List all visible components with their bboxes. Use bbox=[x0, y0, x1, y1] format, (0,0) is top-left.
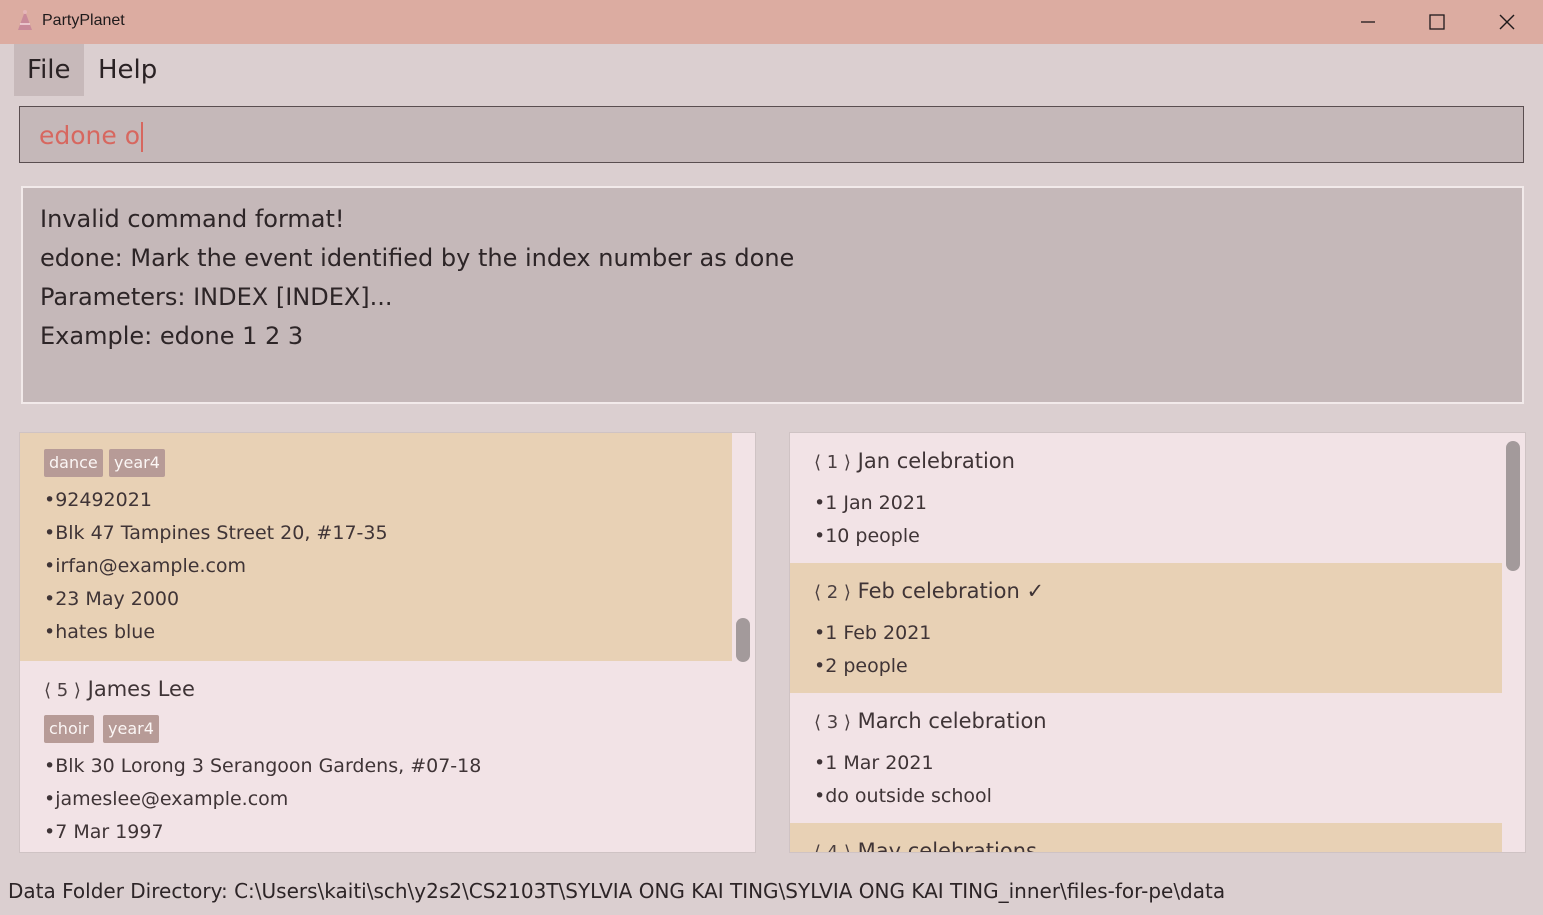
person-email: •jameslee@example.com bbox=[44, 788, 289, 810]
event-card[interactable]: ⟨ 4 ⟩ May celebrations bbox=[790, 823, 1502, 853]
event-card[interactable]: ⟨ 3 ⟩ March celebration •1 Mar 2021 •do … bbox=[790, 693, 1502, 823]
person-list-scrollbar[interactable] bbox=[732, 433, 754, 852]
command-input[interactable]: edone o bbox=[19, 106, 1524, 163]
tag: year4 bbox=[109, 449, 165, 477]
event-remark: •2 people bbox=[814, 655, 908, 677]
window-title: PartyPlanet bbox=[42, 12, 125, 29]
maximize-icon bbox=[1429, 14, 1445, 30]
event-remark: •do outside school bbox=[814, 785, 992, 807]
minimize-button[interactable] bbox=[1333, 0, 1403, 44]
menu-bar: File Help bbox=[0, 44, 1543, 98]
person-email: •irfan@example.com bbox=[44, 555, 247, 577]
text-caret bbox=[141, 122, 144, 152]
result-line: Parameters: INDEX [INDEX]... bbox=[40, 283, 393, 311]
event-card[interactable]: ⟨ 1 ⟩ Jan celebration •1 Jan 2021 •10 pe… bbox=[790, 433, 1502, 563]
title-bar: PartyPlanet bbox=[0, 0, 1543, 44]
person-phone: •92492021 bbox=[44, 489, 152, 511]
person-list-panel[interactable]: dance year4 •92492021 •Blk 47 Tampines S… bbox=[19, 432, 756, 853]
event-name: ⟨ 3 ⟩ March celebration bbox=[814, 709, 1047, 733]
event-index: ⟨ 4 ⟩ bbox=[814, 842, 851, 853]
event-card[interactable]: ⟨ 2 ⟩ Feb celebration ✓ •1 Feb 2021 •2 p… bbox=[790, 563, 1502, 693]
person-index: ⟨ 5 ⟩ bbox=[44, 680, 81, 701]
close-icon bbox=[1499, 14, 1515, 30]
tag: choir bbox=[44, 715, 94, 743]
person-address: •Blk 30 Lorong 3 Serangoon Gardens, #07-… bbox=[44, 755, 482, 777]
person-birthday: •7 Mar 1997 bbox=[44, 821, 164, 843]
event-index: ⟨ 3 ⟩ bbox=[814, 712, 851, 733]
scroll-thumb[interactable] bbox=[1506, 441, 1520, 571]
tag: dance bbox=[44, 449, 103, 477]
close-button[interactable] bbox=[1472, 0, 1542, 44]
person-address: •Blk 47 Tampines Street 20, #17-35 bbox=[44, 522, 388, 544]
tag: year4 bbox=[103, 715, 159, 743]
event-date: •1 Feb 2021 bbox=[814, 622, 932, 644]
person-remark: •hates blue bbox=[44, 621, 156, 643]
event-date: •1 Jan 2021 bbox=[814, 492, 928, 514]
person-card[interactable]: dance year4 •92492021 •Blk 47 Tampines S… bbox=[20, 433, 732, 661]
event-name: ⟨ 4 ⟩ May celebrations bbox=[814, 839, 1037, 853]
event-name: ⟨ 2 ⟩ Feb celebration ✓ bbox=[814, 579, 1045, 603]
minimize-icon bbox=[1361, 21, 1375, 23]
event-name: ⟨ 1 ⟩ Jan celebration bbox=[814, 449, 1015, 473]
person-birthday: •23 May 2000 bbox=[44, 588, 180, 610]
event-index: ⟨ 2 ⟩ bbox=[814, 582, 851, 603]
party-hat-icon bbox=[18, 10, 32, 30]
status-bar-directory: Data Folder Directory: C:\Users\kaiti\sc… bbox=[8, 879, 1226, 903]
menu-help[interactable]: Help bbox=[85, 44, 170, 96]
scroll-thumb[interactable] bbox=[736, 618, 750, 662]
result-line: Example: edone 1 2 3 bbox=[40, 322, 304, 350]
event-date: •1 Mar 2021 bbox=[814, 752, 934, 774]
result-line: Invalid command format! bbox=[40, 205, 345, 233]
maximize-button[interactable] bbox=[1402, 0, 1472, 44]
event-list-scrollbar[interactable] bbox=[1502, 433, 1524, 852]
person-name: ⟨ 5 ⟩ James Lee bbox=[44, 677, 195, 701]
menu-file[interactable]: File bbox=[14, 44, 84, 96]
event-index: ⟨ 1 ⟩ bbox=[814, 452, 851, 473]
person-card[interactable]: ⟨ 5 ⟩ James Lee choir year4 •Blk 30 Loro… bbox=[20, 661, 732, 852]
event-remark: •10 people bbox=[814, 525, 920, 547]
command-input-text: edone o bbox=[39, 121, 144, 152]
result-line: edone: Mark the event identified by the … bbox=[40, 244, 795, 272]
event-list-panel[interactable]: ⟨ 1 ⟩ Jan celebration •1 Jan 2021 •10 pe… bbox=[789, 432, 1526, 853]
result-display: Invalid command format! edone: Mark the … bbox=[21, 186, 1524, 404]
